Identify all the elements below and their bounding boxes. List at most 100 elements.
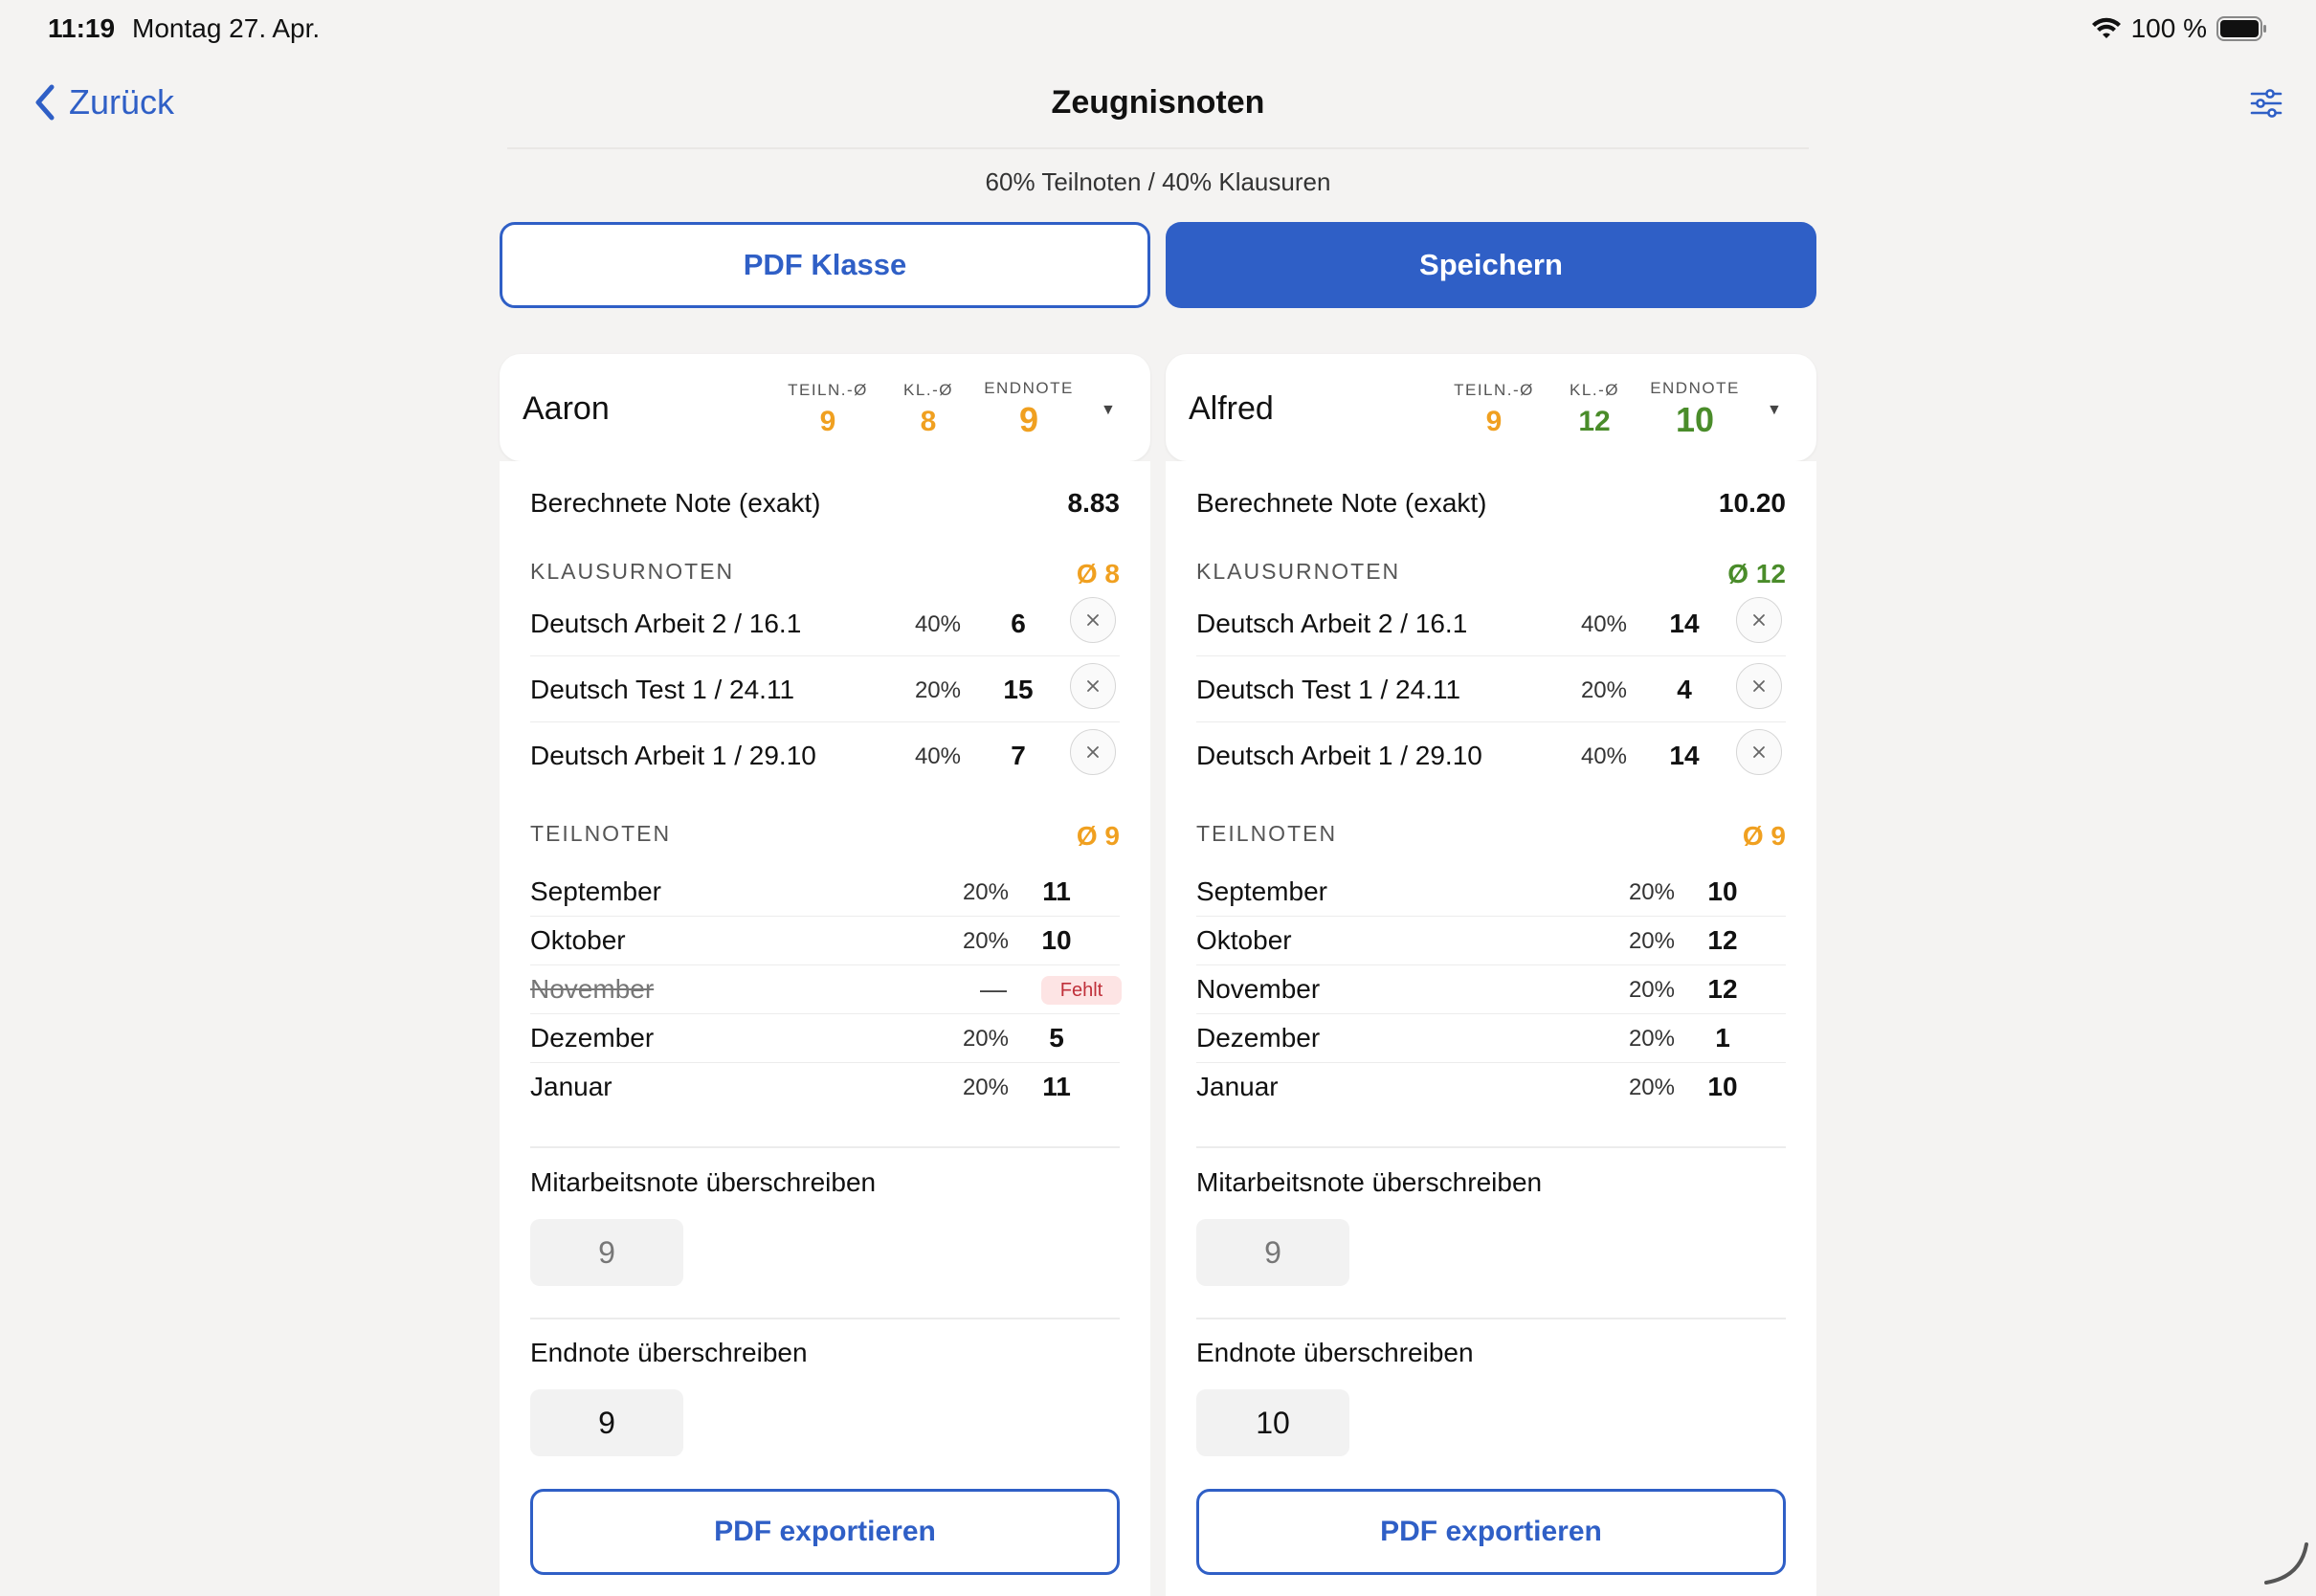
close-icon bbox=[1087, 746, 1099, 758]
remove-exam-button[interactable] bbox=[1070, 729, 1116, 775]
student-card-body: Berechnete Note (exakt) 8.83 KLAUSURNOTE… bbox=[500, 461, 1150, 1596]
exam-weight: 40% bbox=[1580, 611, 1627, 637]
exam-average-value: 8 bbox=[920, 406, 937, 437]
close-icon bbox=[1087, 680, 1099, 692]
part-row: Oktober 20% 12 bbox=[1196, 916, 1786, 965]
final-grade-value: 10 bbox=[1675, 400, 1715, 439]
student-card-header[interactable]: Aaron TEILN.-Ø 9 KL.-Ø 8 ENDNOTE 9 ▼ bbox=[500, 354, 1150, 461]
exam-row: Deutsch Test 1 / 24.11 20% 15 bbox=[530, 655, 1120, 722]
student-card-aaron: Aaron TEILN.-Ø 9 KL.-Ø 8 ENDNOTE 9 ▼ Ber… bbox=[500, 354, 1150, 1596]
calculated-grade-value: 8.83 bbox=[1067, 488, 1121, 518]
exam-average-label: KL.-Ø bbox=[1570, 381, 1619, 399]
part-weight: 20% bbox=[962, 928, 1009, 954]
calculated-grade-row: Berechnete Note (exakt) 10.20 bbox=[1196, 488, 1786, 519]
part-grade: 5 bbox=[1049, 1023, 1064, 1053]
participation-average-value: 9 bbox=[819, 406, 836, 437]
part-name: Oktober bbox=[530, 925, 626, 955]
final-grade: ENDNOTE 9 bbox=[976, 379, 1081, 440]
remove-exam-button[interactable] bbox=[1736, 729, 1782, 775]
part-row: Dezember 20% 1 bbox=[1196, 1013, 1786, 1063]
part-row: Dezember 20% 5 bbox=[530, 1013, 1120, 1063]
triangle-down-icon[interactable]: ▼ bbox=[1767, 402, 1782, 419]
final-grade-label: ENDNOTE bbox=[984, 379, 1074, 397]
override-final-input[interactable]: 10 bbox=[1196, 1389, 1349, 1456]
pdf-export-button[interactable]: PDF exportieren bbox=[530, 1489, 1120, 1575]
participation-average-label: TEILN.-Ø bbox=[788, 381, 868, 399]
exam-row: Deutsch Test 1 / 24.11 20% 4 bbox=[1196, 655, 1786, 722]
override-participation-input[interactable]: 9 bbox=[1196, 1219, 1349, 1286]
final-grade-value: 9 bbox=[1018, 400, 1039, 439]
part-row: November 20% 12 bbox=[1196, 964, 1786, 1014]
student-name: Alfred bbox=[1189, 390, 1274, 427]
triangle-down-icon[interactable]: ▼ bbox=[1101, 402, 1116, 419]
section-divider bbox=[530, 1318, 1120, 1319]
exam-name: Deutsch Test 1 / 24.11 bbox=[1196, 675, 1461, 704]
exam-grade: 14 bbox=[1669, 609, 1700, 638]
status-bar: 11:19 Montag 27. Apr. 100 % bbox=[0, 0, 2316, 59]
exam-section-average: Ø 8 bbox=[1076, 559, 1120, 588]
section-divider bbox=[1196, 1318, 1786, 1319]
exam-row: Deutsch Arbeit 2 / 16.1 40% 14 bbox=[1196, 589, 1786, 656]
student-card-header[interactable]: Alfred TEILN.-Ø 9 KL.-Ø 12 ENDNOTE 10 ▼ bbox=[1166, 354, 1816, 461]
participation-average-value: 9 bbox=[1485, 406, 1503, 437]
part-grade: 11 bbox=[1042, 876, 1071, 906]
part-row: Januar 20% 10 bbox=[1196, 1062, 1786, 1111]
part-name: Januar bbox=[530, 1072, 612, 1101]
override-participation-input[interactable]: 9 bbox=[530, 1219, 683, 1286]
battery-percent: 100 % bbox=[2130, 13, 2207, 43]
final-grade-label: ENDNOTE bbox=[1650, 379, 1740, 397]
remove-exam-button[interactable] bbox=[1070, 663, 1116, 709]
section-divider bbox=[1196, 1146, 1786, 1148]
override-final-input[interactable]: 9 bbox=[530, 1389, 683, 1456]
calculated-grade-value: 10.20 bbox=[1718, 488, 1786, 518]
part-name: Dezember bbox=[1196, 1023, 1321, 1053]
calculated-grade-label: Berechnete Note (exakt) bbox=[1196, 488, 1487, 518]
part-row-missing: November — Fehlt bbox=[530, 964, 1122, 1014]
override-participation-label: Mitarbeitsnote überschreiben bbox=[1196, 1167, 1543, 1197]
remove-exam-button[interactable] bbox=[1736, 597, 1782, 643]
nav-bar: Zurück Zeugnisnoten bbox=[0, 59, 2316, 151]
part-name: Januar bbox=[1196, 1072, 1279, 1101]
part-weight: 20% bbox=[1628, 977, 1675, 1003]
part-grade: 10 bbox=[1041, 925, 1072, 955]
battery-icon bbox=[2216, 16, 2266, 41]
exam-average: KL.-Ø 8 bbox=[890, 381, 967, 438]
part-grade: 10 bbox=[1707, 876, 1738, 906]
part-grade: 11 bbox=[1042, 1072, 1071, 1101]
part-weight: 20% bbox=[1628, 1075, 1675, 1100]
exam-grade: 14 bbox=[1669, 741, 1700, 770]
part-weight: 20% bbox=[1628, 879, 1675, 905]
pdf-class-button[interactable]: PDF Klasse bbox=[500, 222, 1150, 308]
scroll-indicator-icon bbox=[2264, 1542, 2308, 1585]
part-row: Januar 20% 11 bbox=[530, 1062, 1120, 1111]
close-icon bbox=[1753, 680, 1765, 692]
part-row: September 20% 11 bbox=[530, 867, 1120, 917]
exam-name: Deutsch Arbeit 2 / 16.1 bbox=[1196, 609, 1468, 638]
exam-grade: 15 bbox=[1003, 675, 1034, 704]
section-divider bbox=[530, 1146, 1120, 1148]
close-icon bbox=[1087, 614, 1099, 626]
part-weight: 20% bbox=[1628, 928, 1675, 954]
exam-average: KL.-Ø 12 bbox=[1556, 381, 1633, 438]
exam-row: Deutsch Arbeit 1 / 29.10 40% 14 bbox=[1196, 721, 1786, 787]
save-button[interactable]: Speichern bbox=[1166, 222, 1816, 308]
part-section-average: Ø 9 bbox=[1742, 821, 1786, 851]
exam-grade: 6 bbox=[1011, 609, 1026, 638]
part-section-title: TEILNOTEN Ø 9 bbox=[530, 821, 1120, 852]
part-weight: 20% bbox=[962, 879, 1009, 905]
calculated-grade-row: Berechnete Note (exakt) 8.83 bbox=[530, 488, 1120, 519]
student-card-alfred: Alfred TEILN.-Ø 9 KL.-Ø 12 ENDNOTE 10 ▼ … bbox=[1166, 354, 1816, 1596]
exam-weight: 40% bbox=[914, 611, 961, 637]
exam-average-label: KL.-Ø bbox=[903, 381, 953, 399]
weighting-info: 60% Teilnoten / 40% Klausuren bbox=[985, 167, 1331, 196]
part-weight: 20% bbox=[1628, 1026, 1675, 1052]
part-row: September 20% 10 bbox=[1196, 867, 1786, 917]
pdf-export-button[interactable]: PDF exportieren bbox=[1196, 1489, 1786, 1575]
exam-name: Deutsch Arbeit 1 / 29.10 bbox=[1196, 741, 1482, 770]
remove-exam-button[interactable] bbox=[1070, 597, 1116, 643]
part-section-label: TEILNOTEN bbox=[1196, 821, 1338, 846]
sliders-icon[interactable] bbox=[2249, 86, 2283, 121]
part-grade: 12 bbox=[1707, 974, 1738, 1004]
remove-exam-button[interactable] bbox=[1736, 663, 1782, 709]
participation-average: TEILN.-Ø 9 bbox=[1441, 381, 1547, 438]
